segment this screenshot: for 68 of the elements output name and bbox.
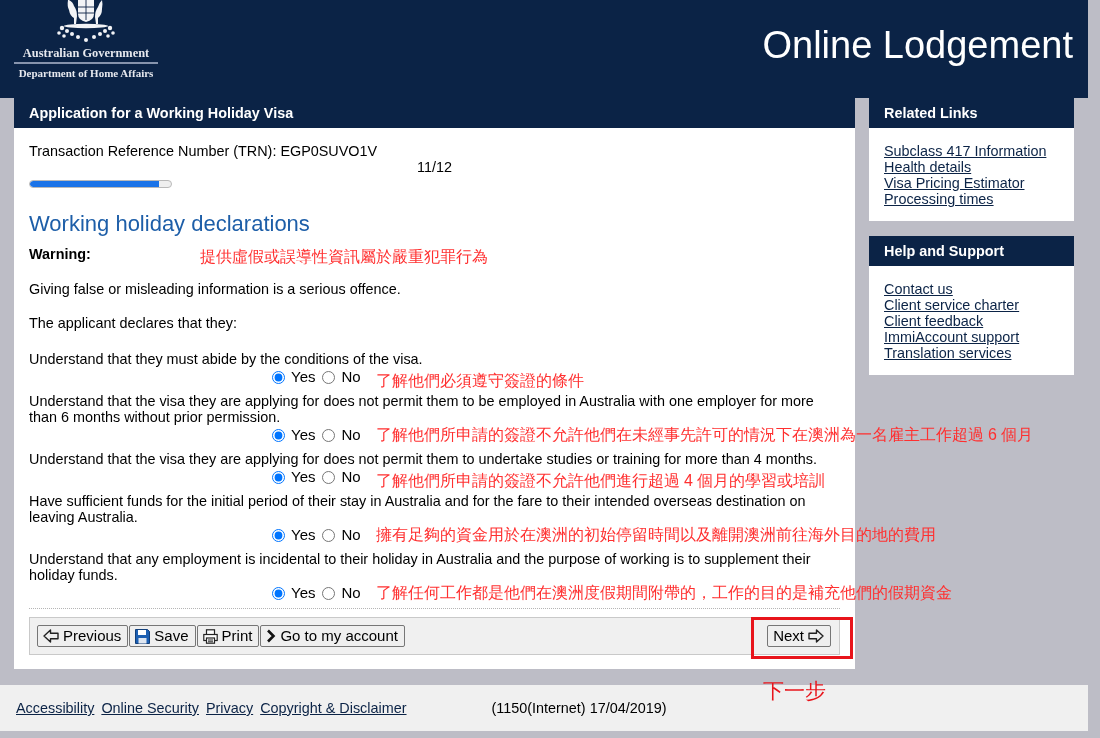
option-label: No	[341, 467, 361, 487]
footer-link[interactable]: Privacy	[205, 700, 254, 716]
radio-button[interactable]	[272, 587, 285, 600]
annotation-text: 了解任何工作都是他們在澳洲度假期間附帶的，工作的目的是補充他們的假期資金	[375, 583, 952, 603]
account-button[interactable]: Go to my account	[260, 625, 405, 647]
annotation-text: 下一步	[763, 679, 827, 703]
radio-button[interactable]	[322, 529, 336, 542]
sidebar-link[interactable]: Processing times	[884, 191, 994, 207]
progress-label: 11/12	[416, 159, 453, 175]
radio-button[interactable]	[272, 471, 285, 484]
option-label: Yes	[291, 367, 316, 387]
radio-button[interactable]	[272, 529, 285, 542]
option-label: Yes	[291, 525, 316, 545]
sidebar-link[interactable]: Translation services	[884, 345, 1012, 361]
declaration-text: Understand that the visa they are applying for does not permit them to undertake studies or training for more than 4 months.	[29, 451, 818, 467]
previous-button[interactable]: Previous	[37, 625, 129, 647]
footer-link[interactable]: Accessibility	[16, 700, 95, 716]
declaration-text: Have sufficient funds for the initial period of their stay in Australia and for the fare to their intended overseas destination on leaving Australia.	[29, 493, 807, 525]
option-label: Yes	[291, 425, 316, 445]
sidebar-link[interactable]: ImmiAccount support	[884, 329, 1020, 345]
radio-button[interactable]	[322, 429, 336, 442]
paragraph-text: The applicant declares that they:	[29, 315, 238, 331]
annotation-text: 了解他們必須遵守簽證的條件	[375, 371, 584, 391]
footer-link[interactable]: Online Security	[101, 700, 199, 716]
save-button[interactable]: Save	[129, 625, 196, 647]
sidebar-heading: Help and Support	[869, 236, 1074, 266]
paragraph-text: Giving false or misleading information is a serious offence.	[29, 281, 402, 297]
agency-name: Department of Home Affairs	[18, 67, 154, 80]
agency-name: Australian Government	[22, 46, 150, 60]
sidebar-link[interactable]: Visa Pricing Estimator	[884, 175, 1025, 191]
sidebar-link[interactable]: Client service charter	[884, 297, 1020, 313]
declaration-text: Understand that they must abide by the conditions of the visa.	[29, 351, 424, 367]
radio-button[interactable]	[322, 371, 336, 384]
save-icon	[135, 628, 151, 644]
site-title: Online Lodgement	[762, 25, 1073, 65]
radio-button[interactable]	[272, 429, 285, 442]
radio-button[interactable]	[322, 471, 336, 484]
annotation-text: 了解他們所申請的簽證不允許他們進行超過 4 個月的學習或培訓	[375, 471, 826, 491]
sidebar-link[interactable]: Client feedback	[884, 313, 984, 329]
option-label: No	[341, 525, 361, 545]
option-label: No	[341, 583, 361, 603]
option-label: Yes	[291, 467, 316, 487]
option-label: No	[341, 425, 361, 445]
left-arrow-icon	[43, 629, 59, 643]
option-label: No	[341, 367, 361, 387]
declaration-text: Understand that any employment is incidental to their holiday in Australia and the purpose of working is to supplement their holiday funds.	[29, 551, 812, 583]
radio-button[interactable]	[272, 371, 285, 384]
annotation-text: 了解他們所申請的簽證不允許他們在未經事先許可的情況下在澳洲為一名雇主工作超過 6 個月	[375, 425, 1034, 445]
annotation-text: 擁有足夠的資金用於在澳洲的初始停留時間以及離開澳洲前往海外目的地的費用	[375, 525, 936, 545]
footer-link[interactable]: Copyright & Disclaimer	[260, 700, 407, 716]
declaration-text: Understand that the visa they are applying for does not permit them to be employed in Australia with one employer for more than 6 months without prior permission.	[29, 393, 815, 425]
next-button[interactable]: Next	[767, 625, 831, 647]
option-label: Yes	[291, 583, 316, 603]
sidebar-heading: Related Links	[869, 98, 1074, 128]
sidebar-link[interactable]: Subclass 417 Information	[884, 143, 1047, 159]
annotation-text: 提供虛假或誤導性資訊屬於嚴重犯罪行為	[200, 247, 488, 267]
chevron-right-icon	[266, 629, 277, 643]
sidebar-link[interactable]: Contact us	[884, 281, 953, 297]
right-arrow-icon	[808, 629, 824, 643]
reference-number: Transaction Reference Number (TRN): EGP0SUVO1V	[29, 143, 379, 159]
build-info: (1150(Internet) 17/04/2019)	[491, 700, 667, 716]
print-icon	[202, 628, 218, 644]
print-button[interactable]: Print	[196, 625, 260, 647]
radio-button[interactable]	[322, 587, 336, 600]
warning-label: Warning:	[29, 246, 92, 262]
section-heading: Working holiday declarations	[29, 211, 311, 237]
panel-title: Application for a Working Holiday Visa	[14, 98, 855, 128]
sidebar-link[interactable]: Health details	[884, 159, 972, 175]
